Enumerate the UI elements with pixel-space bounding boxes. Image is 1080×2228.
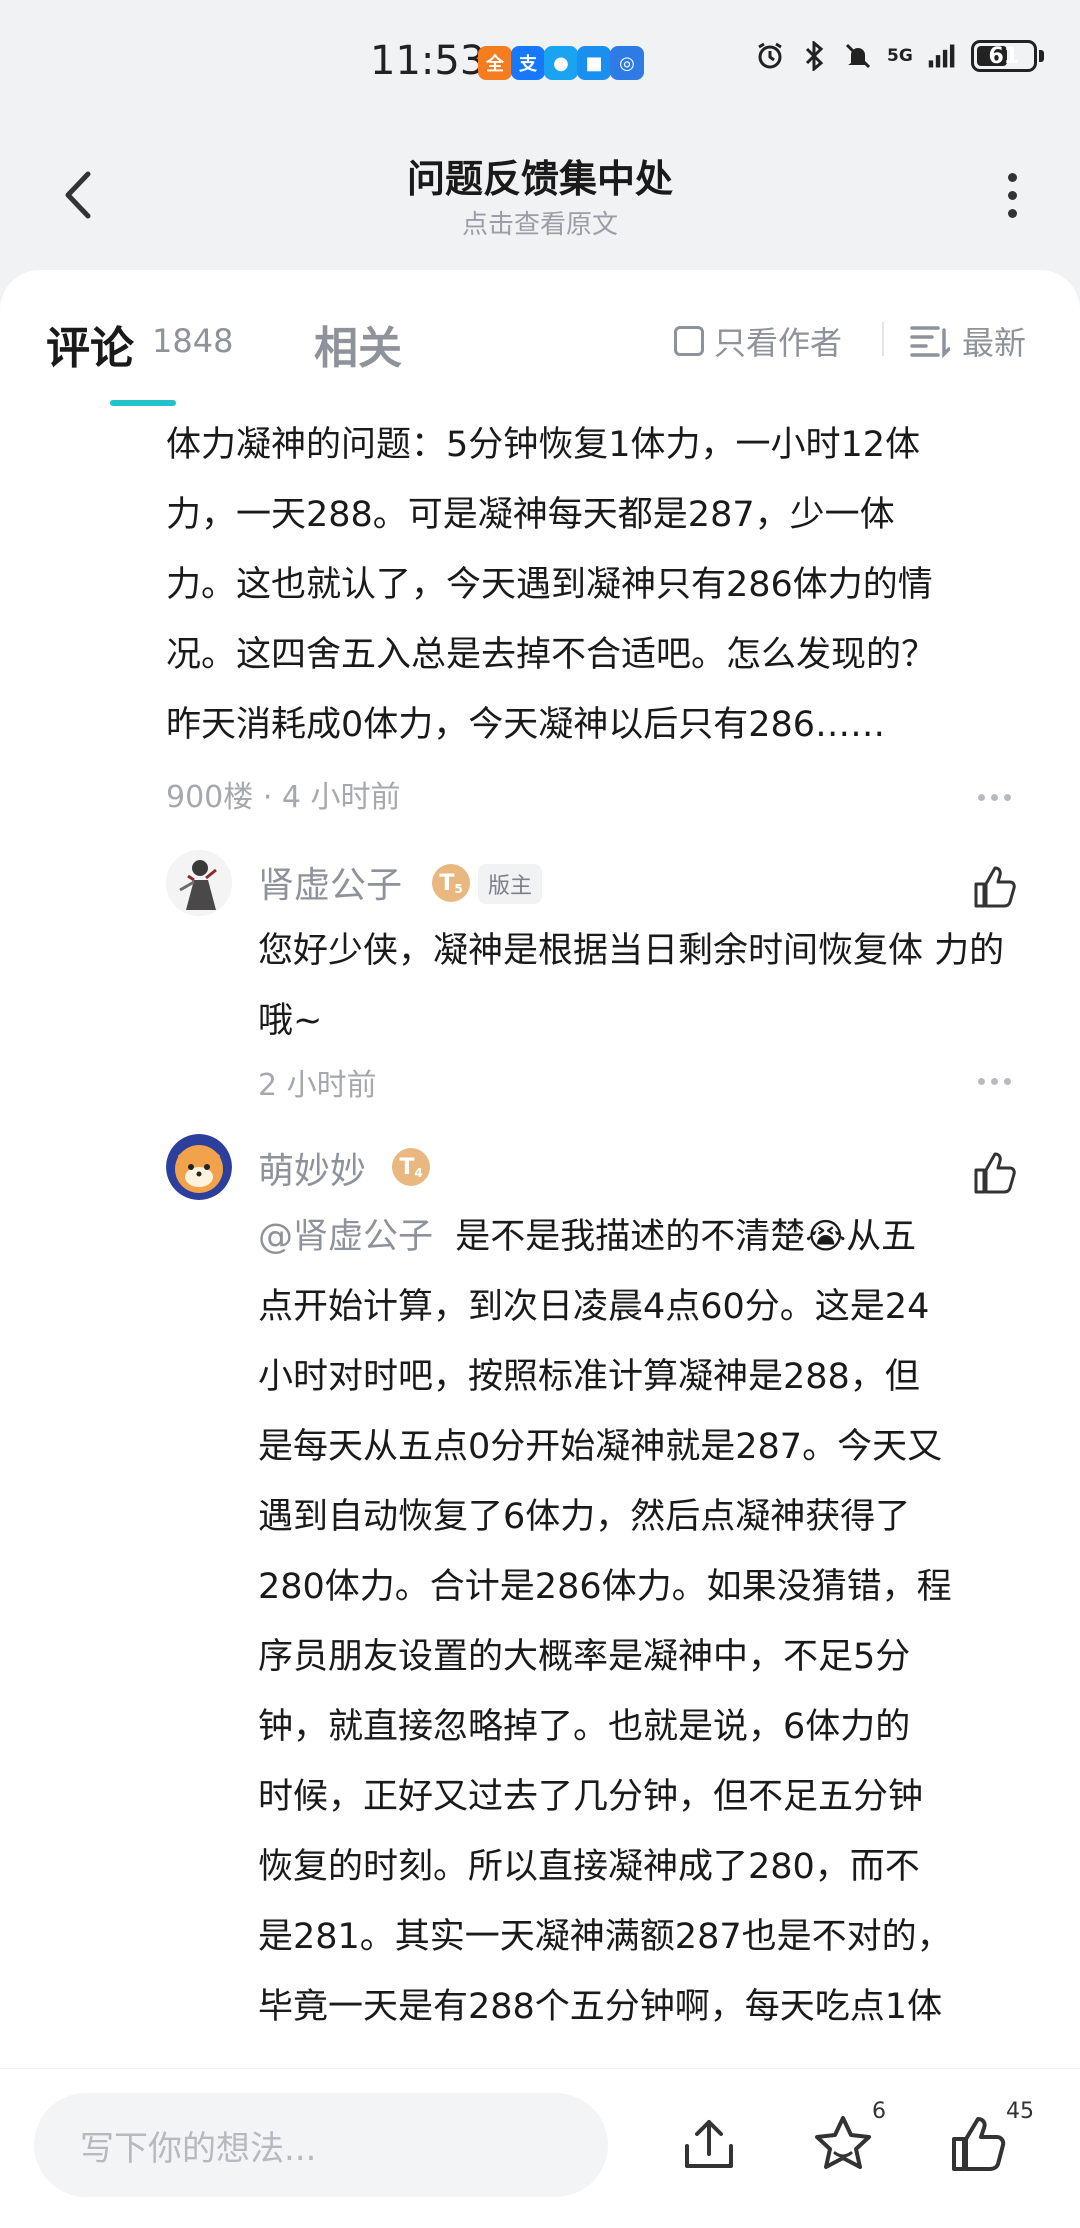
author-only-label: 只看作者 [714,324,843,362]
chat-icon: ● [544,46,578,80]
moderator-badge: 版主 [478,864,543,904]
system-icons: 5G 61 [755,40,1044,72]
avatar[interactable] [166,850,232,916]
star-icon [815,2116,871,2169]
active-tab-indicator [110,400,176,406]
app-icon: ◎ [610,46,644,80]
like-count: 45 [1006,2099,1034,2124]
status-time: 11:53 [370,38,486,84]
page: 11:53 全支 ● ■ ◎ 5G 61 问题反馈集中处 点击查看原文 评论 1… [0,0,1080,2228]
battery-icon: 61 [970,40,1044,72]
author-only-toggle[interactable]: 只看作者 [674,318,842,364]
comment-panel: 评论 1848 相关 只看作者 最新 体力凝神的问题：5分钟恢复1体力，一小时1… [0,270,1080,2070]
comment-text: 体力凝神的问题：5分钟恢复1体力，一小时12体 力，一天288。可是凝神每天都是… [166,425,937,745]
more-options-button[interactable] [992,160,1032,230]
alarm-icon [755,41,785,71]
sort-label: 最新 [962,324,1027,362]
status-bar: 11:53 全支 ● ■ ◎ 5G 61 [0,0,1080,120]
sort-button[interactable]: 最新 [910,318,1026,364]
like-icon[interactable] [972,864,1018,910]
mention-link[interactable]: @肾虚公子 [258,1217,433,1257]
comment-input[interactable]: 写下你的想法... [34,2093,608,2197]
network-label: 5G [887,46,913,66]
floor-number: 900楼 [166,780,254,815]
comment-time: 4 小时前 [281,780,401,815]
reply-first-line: @肾虚公子 是不是我描述的不清楚😭从五 [258,1202,1038,1272]
more-icon [1007,172,1017,182]
battery-level: 61 [988,43,1020,69]
signal-icon [927,41,957,71]
header: 问题反馈集中处 点击查看原文 [0,120,1080,270]
bluetooth-icon [799,41,829,71]
checkbox-icon[interactable] [674,326,704,356]
level-badge: T4 [392,1148,430,1186]
comment-more-button[interactable] [978,794,1011,801]
share-button[interactable] [676,2111,742,2177]
reply-more-button[interactable] [978,1078,1011,1085]
reply-time: 2 小时前 [258,1068,377,1103]
sort-icon [910,326,950,358]
more-dots-icon [978,1078,985,1085]
share-icon [685,2120,733,2168]
tab-bar: 评论 1848 相关 只看作者 最新 [0,270,1080,410]
level-badge: T5 [432,864,470,902]
more-dots-icon [978,794,985,801]
message-icon: ■ [577,46,611,80]
comment-count: 1848 [152,322,234,360]
like-icon[interactable] [972,1150,1018,1196]
meituan-icon: 全 [478,46,512,80]
alipay-icon: 支 [511,46,545,80]
divider [882,322,884,356]
thumbs-up-icon [952,2117,1006,2171]
tab-comments[interactable]: 评论 [46,312,134,376]
avatar[interactable] [166,1134,232,1200]
page-title[interactable]: 问题反馈集中处 [0,148,1080,203]
tab-related[interactable]: 相关 [314,312,402,376]
view-original-link[interactable]: 点击查看原文 [0,204,1080,241]
reply-text-start: 是不是我描述的不清楚😭从五 [455,1217,917,1257]
favorite-count: 6 [872,2099,886,2124]
like-button[interactable] [946,2111,1012,2177]
favorite-button[interactable] [810,2111,876,2177]
mute-icon [843,41,873,71]
username[interactable]: 肾虚公子 [258,856,402,908]
comment-meta: 900楼 · 4 小时前 [166,780,401,815]
reply-text: 点开始计算，到次日凌晨4点60分。这是24 小时对时吧，按照标准计算凝神是288… [258,1287,952,2027]
bottom-bar: 写下你的想法... 6 45 [0,2068,1080,2228]
reply-text: 您好少侠，凝神是根据当日剩余时间恢复体 力的哦~ [258,931,1005,1041]
username[interactable]: 萌妙妙 [258,1142,366,1194]
